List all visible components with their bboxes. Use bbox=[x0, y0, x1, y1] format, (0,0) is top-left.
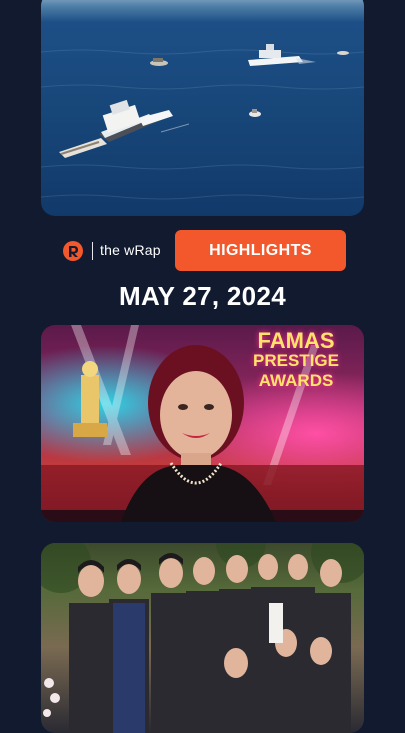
brand-row: the wRap HIGHLIGHTS bbox=[60, 230, 350, 272]
coast-guard-ship-icon bbox=[248, 44, 316, 66]
awards-sign-line2: PRESTIGE bbox=[253, 351, 339, 370]
news-thumbnail-awards[interactable]: FAMAS PRESTIGE AWARDS bbox=[41, 325, 364, 522]
group-people-icon bbox=[69, 553, 351, 733]
date-title: MAY 27, 2024 bbox=[119, 281, 286, 311]
rappler-logo-icon bbox=[63, 241, 83, 261]
awards-sign: FAMAS PRESTIGE AWARDS bbox=[236, 328, 356, 391]
supply-ship-icon bbox=[59, 99, 190, 158]
awards-sign-line3: AWARDS bbox=[258, 371, 334, 390]
highlights-button[interactable]: HIGHLIGHTS bbox=[175, 230, 346, 271]
news-thumbnail-group-photo[interactable] bbox=[41, 543, 364, 733]
brand-name: the wRap bbox=[100, 242, 161, 258]
boat-icon bbox=[150, 58, 168, 66]
brand-divider bbox=[92, 242, 93, 260]
awards-sign-line1: FAMAS bbox=[257, 328, 335, 353]
group-photo-illustration bbox=[41, 543, 364, 733]
sea-ships-illustration bbox=[41, 44, 364, 200]
news-thumbnail-sea-ships[interactable] bbox=[41, 0, 364, 216]
